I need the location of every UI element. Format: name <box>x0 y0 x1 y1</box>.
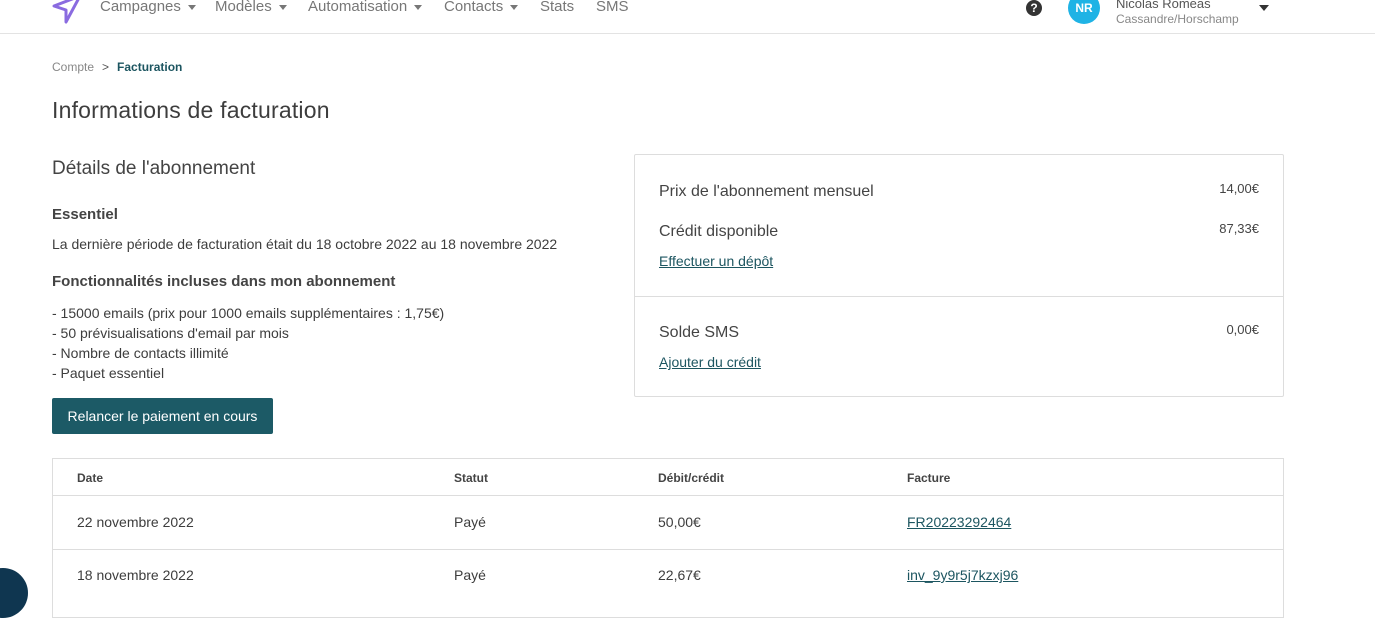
sms-balance-label: Solde SMS <box>659 324 740 341</box>
monthly-price-value: 14,00€ <box>1219 181 1259 196</box>
feature-item: - 50 prévisualisations d'email par mois <box>52 325 289 341</box>
logo-icon[interactable] <box>52 0 82 24</box>
avatar[interactable]: NR <box>1068 0 1100 24</box>
breadcrumb-compte[interactable]: Compte <box>52 60 94 74</box>
feature-item: - 15000 emails (prix pour 1000 emails su… <box>52 305 445 321</box>
header-date: Date <box>77 471 104 485</box>
user-name[interactable]: Nicolas Romeas <box>1116 0 1211 11</box>
feature-item: - Paquet essentiel <box>52 365 165 381</box>
nav-label: Modèles <box>215 0 272 15</box>
table-header: Date Statut Débit/crédit Facture <box>53 459 1283 496</box>
nav-automatisation[interactable]: Automatisation <box>308 0 423 15</box>
header-amount: Débit/crédit <box>658 471 725 485</box>
nav-stats[interactable]: Stats <box>540 0 574 15</box>
table-row: 18 novembre 2022 Payé 22,67€ inv_9y9r5j7… <box>53 550 1283 604</box>
nav-label: Automatisation <box>308 0 408 15</box>
help-icon[interactable]: ? <box>1026 0 1042 16</box>
feature-item: - Nombre de contacts illimité <box>52 345 229 361</box>
invoice-link[interactable]: inv_9y9r5j7kzxj96 <box>907 567 1018 583</box>
nav-campagnes[interactable]: Campagnes <box>100 0 196 15</box>
row-date: 18 novembre 2022 <box>77 567 194 583</box>
top-nav: Campagnes Modèles Automatisation Contact… <box>0 0 1375 34</box>
plan-name: Essentiel <box>52 206 118 223</box>
divider <box>635 296 1283 297</box>
subscription-title: Détails de l'abonnement <box>52 158 256 179</box>
features-title: Fonctionnalités incluses dans mon abonne… <box>52 273 396 290</box>
nav-label: Contacts <box>444 0 504 15</box>
invoice-link[interactable]: FR20223292464 <box>907 514 1011 530</box>
features-list: - 15000 emails (prix pour 1000 emails su… <box>52 303 444 383</box>
row-amount: 50,00€ <box>658 514 701 530</box>
breadcrumb-current: Facturation <box>117 60 183 74</box>
table-row: 22 novembre 2022 Payé 50,00€ FR202232924… <box>53 496 1283 550</box>
retry-payment-button[interactable]: Relancer le paiement en cours <box>52 398 273 434</box>
caret-down-icon <box>414 4 423 10</box>
invoices-table: Date Statut Débit/crédit Facture 22 nove… <box>52 458 1284 618</box>
caret-down-icon <box>187 4 196 10</box>
user-org[interactable]: Cassandre/Horschamp <box>1116 12 1239 26</box>
header-status: Statut <box>454 471 488 485</box>
sms-balance-value: 0,00€ <box>1226 322 1259 337</box>
row-status: Payé <box>454 567 486 583</box>
monthly-price-label: Prix de l'abonnement mensuel <box>659 183 874 200</box>
row-status: Payé <box>454 514 486 530</box>
breadcrumb: Compte > Facturation <box>52 60 182 74</box>
credit-value: 87,33€ <box>1219 221 1259 236</box>
billing-period: La dernière période de facturation était… <box>52 236 558 252</box>
row-amount: 22,67€ <box>658 567 701 583</box>
chevron-right-icon: > <box>102 60 110 74</box>
billing-summary-card: Prix de l'abonnement mensuel 14,00€ Créd… <box>634 154 1284 397</box>
nav-modeles[interactable]: Modèles <box>215 0 287 15</box>
nav-sms[interactable]: SMS <box>596 0 629 15</box>
header-invoice: Facture <box>907 471 951 485</box>
row-date: 22 novembre 2022 <box>77 514 194 530</box>
add-credit-link[interactable]: Ajouter du crédit <box>659 354 761 370</box>
deposit-link[interactable]: Effectuer un dépôt <box>659 253 773 269</box>
page-title: Informations de facturation <box>52 97 330 123</box>
caret-down-icon <box>278 4 287 10</box>
nav-contacts[interactable]: Contacts <box>444 0 519 15</box>
caret-down-icon[interactable] <box>1259 5 1269 11</box>
nav-label: Campagnes <box>100 0 181 15</box>
credit-label: Crédit disponible <box>659 223 779 240</box>
caret-down-icon <box>510 4 519 10</box>
chat-widget-button[interactable] <box>0 568 28 618</box>
